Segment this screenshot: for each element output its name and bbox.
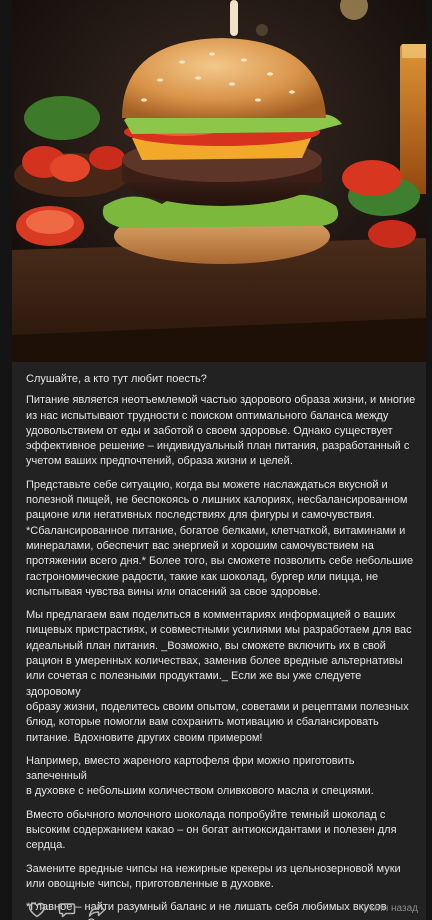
post-image[interactable] [12,0,426,362]
like-button[interactable] [28,901,46,919]
post-paragraph: Представьте себе ситуацию, когда вы може… [26,478,414,598]
post-paragraph: Вместо обычного молочного шоколада попро… [26,808,397,852]
post-paragraph: Мы предлагаем вам поделиться в комментар… [26,609,412,744]
page: Слушайте, а кто тут любит поесть? Питани… [0,0,432,920]
post-paragraph: Например, вместо жареного картофеля фри … [26,754,374,798]
post-actions: 1 мин назад [26,900,418,920]
share-button[interactable] [88,901,106,919]
comment-icon [58,903,76,918]
comment-button[interactable] [58,901,76,919]
post-text: Слушайте, а кто тут любит поесть? Питани… [26,372,418,920]
post-timestamp: 1 мин назад [361,903,418,914]
post-paragraph: Слушайте, а кто тут любит поесть? [26,373,207,385]
post-paragraph: Питание является неотъемлемой частью здо… [26,394,416,468]
post-paragraph: Замените вредные чипсы на нежирные креке… [26,862,401,890]
post-card: Слушайте, а кто тут любит поесть? Питани… [12,0,426,920]
share-icon [88,903,106,917]
heart-icon [28,902,46,918]
